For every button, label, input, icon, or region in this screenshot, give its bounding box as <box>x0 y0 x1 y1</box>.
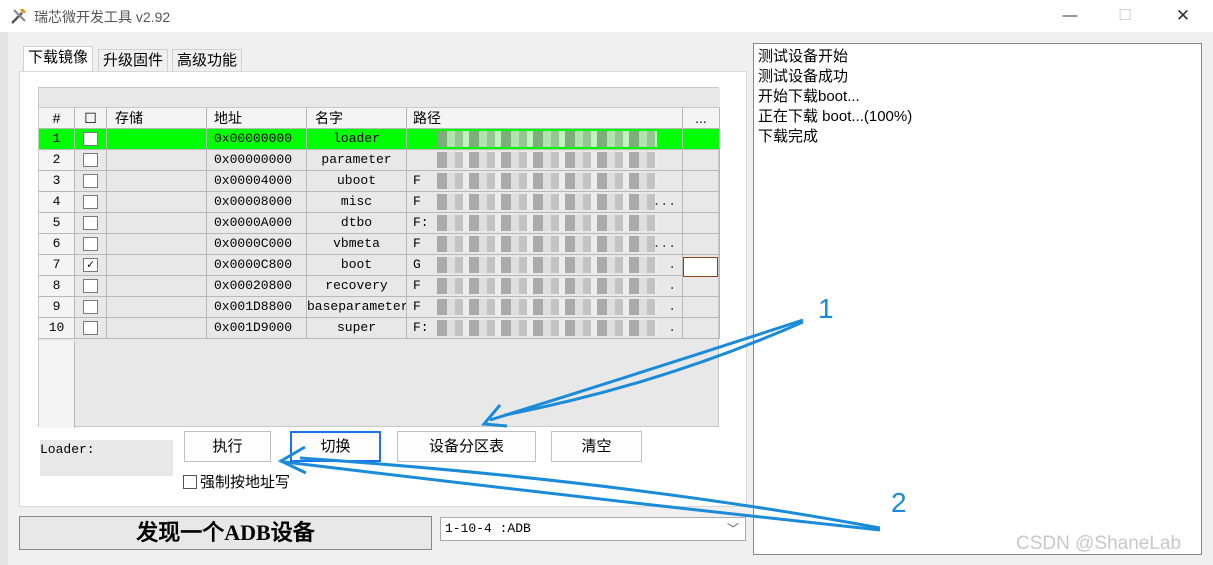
arrow-2-head <box>277 445 307 475</box>
annotation-number-2: 2 <box>891 487 907 518</box>
annotation-number-1: 1 <box>818 293 834 324</box>
watermark: CSDN @ShaneLab <box>1016 533 1182 554</box>
arrow-2-line <box>284 460 881 532</box>
arrow-2-line-inner <box>299 456 881 530</box>
annotation-arrows <box>277 318 881 532</box>
arrow-1-line <box>489 318 804 422</box>
